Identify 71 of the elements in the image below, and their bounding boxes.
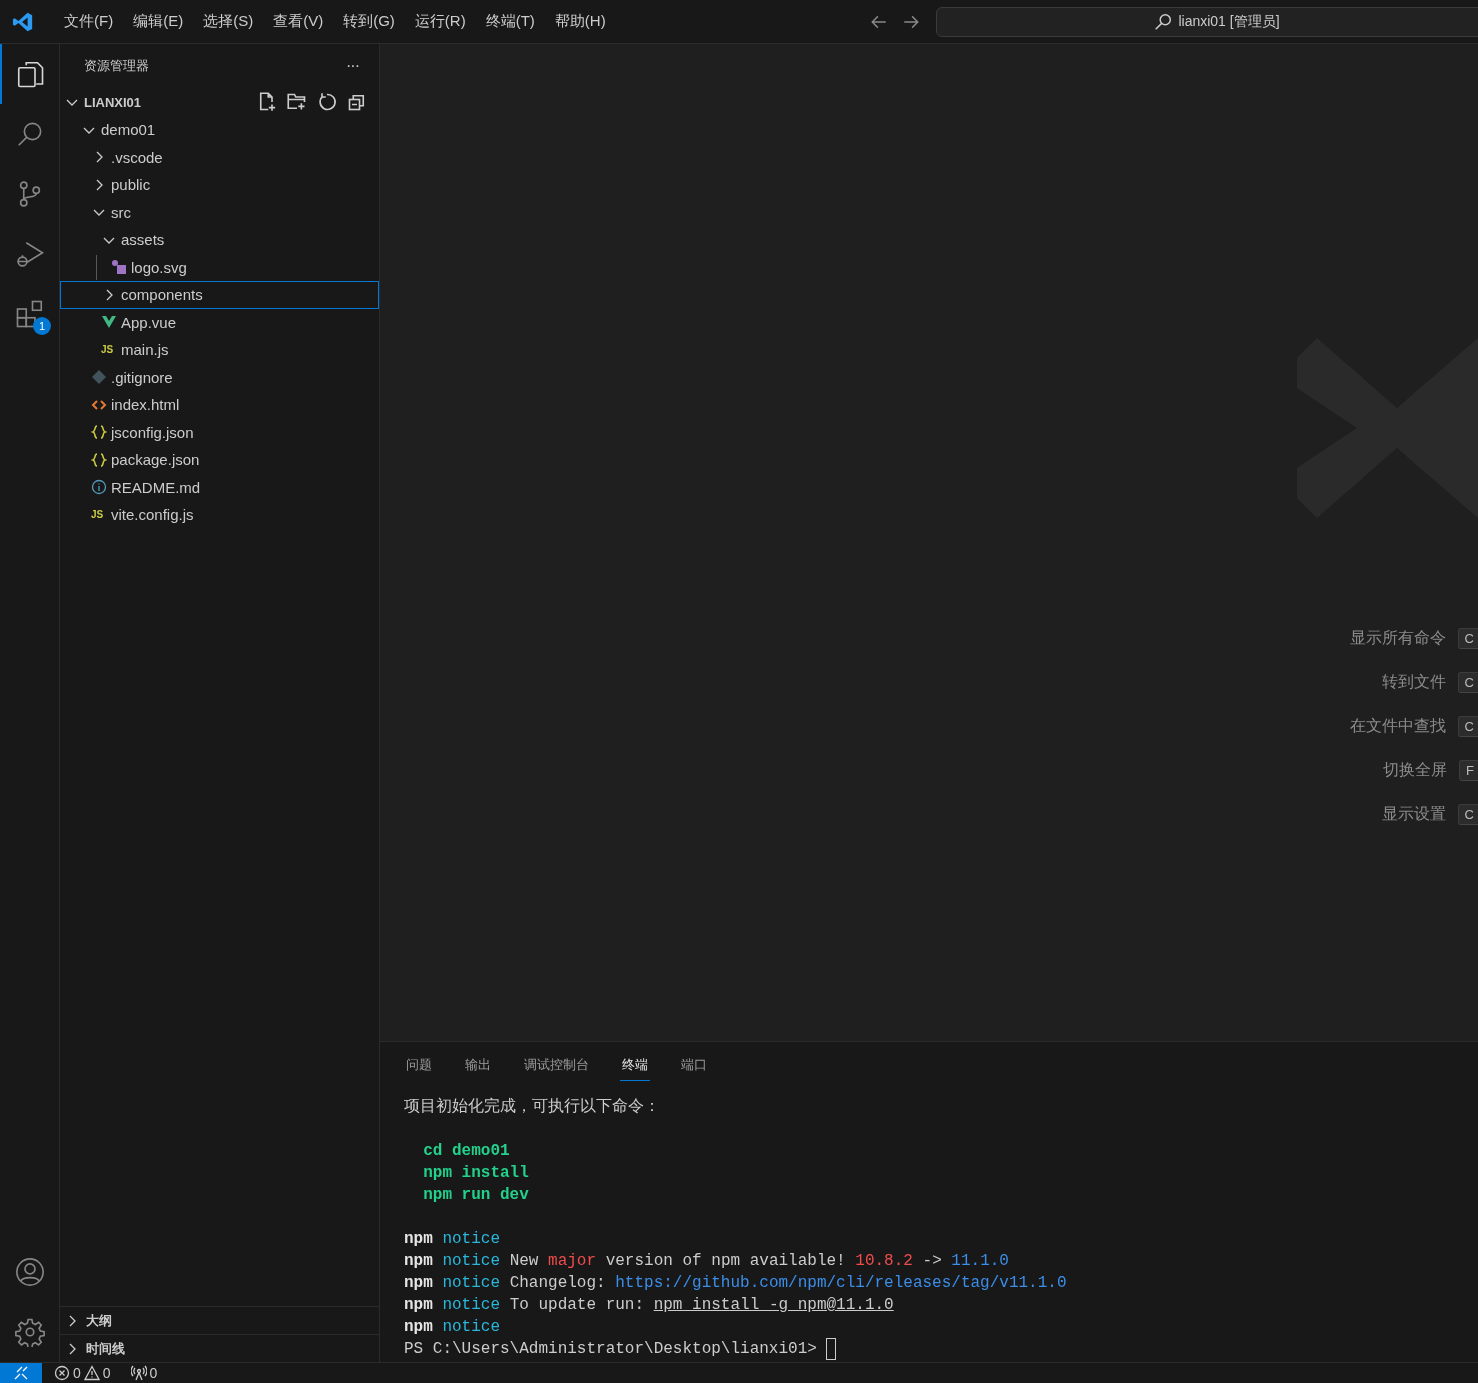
settings-icon <box>14 1317 45 1347</box>
file-item[interactable]: App.vue <box>60 308 379 336</box>
activity-extensions-button[interactable]: 1 <box>0 284 57 344</box>
more-actions-button[interactable]: ··· <box>346 57 359 75</box>
warning-icon <box>83 1365 100 1381</box>
new-file-icon[interactable] <box>257 92 277 112</box>
error-icon <box>54 1365 70 1381</box>
menu-item[interactable]: 编辑(E) <box>123 12 194 31</box>
text-cursor <box>826 1338 837 1360</box>
file-item[interactable]: .gitignore <box>60 363 379 391</box>
panel-tab[interactable]: 终端 <box>620 1054 650 1081</box>
menu-item[interactable]: 帮助(H) <box>544 12 616 31</box>
panel-tab[interactable]: 调试控制台 <box>522 1054 591 1081</box>
keyboard-key: C <box>1457 803 1478 825</box>
folder-header[interactable]: LIANXI01 <box>64 94 142 110</box>
app-logo-icon <box>12 10 34 33</box>
info-file-icon <box>91 479 107 496</box>
command-center[interactable]: lianxi01 [管理员] <box>936 6 1478 37</box>
panel-tab[interactable]: 问题 <box>404 1054 434 1081</box>
keyboard-key: C <box>1457 627 1478 649</box>
file-item[interactable]: jsconfig.json <box>60 418 379 446</box>
folder-item[interactable]: .vscode <box>60 143 379 171</box>
panel-tab[interactable]: 端口 <box>679 1054 709 1081</box>
search-icon <box>1154 12 1173 31</box>
menu-item[interactable]: 查看(V) <box>263 12 334 31</box>
menu-item[interactable]: 运行(R) <box>404 12 476 31</box>
file-item[interactable]: README.md <box>60 473 379 501</box>
folder-item[interactable]: demo01 <box>60 116 379 144</box>
shortcut-label: 转到文件 <box>1381 671 1446 692</box>
json-file-icon <box>91 424 107 441</box>
extensions-icon <box>14 299 45 329</box>
menu-item[interactable]: 终端(T) <box>475 12 545 31</box>
new-folder-icon[interactable] <box>287 92 307 112</box>
remote-button[interactable] <box>0 1363 42 1383</box>
folder-item[interactable]: assets <box>60 226 379 254</box>
file-item[interactable]: package.json <box>60 446 379 474</box>
git-file-icon <box>91 369 107 386</box>
collapse-all-icon[interactable] <box>347 92 367 112</box>
image-file-icon <box>111 259 127 276</box>
shortcut-label: 在文件中查找 <box>1349 715 1446 736</box>
keyboard-key: C <box>1457 671 1478 693</box>
keyboard-key: F <box>1459 759 1478 781</box>
run-debug-icon <box>14 239 45 269</box>
menu-item[interactable]: 文件(F) <box>54 12 124 31</box>
file-item[interactable]: JS vite.config.js <box>60 501 379 529</box>
shortcut-label: 切换全屏 <box>1383 759 1448 780</box>
folder-item[interactable]: src <box>60 198 379 226</box>
shortcut-label: 显示设置 <box>1381 803 1446 824</box>
menu-item[interactable]: 转到(G) <box>333 12 405 31</box>
problems-status[interactable]: 0 0 <box>54 1365 111 1381</box>
ports-status[interactable]: 0 <box>130 1365 158 1381</box>
file-item[interactable]: JS main.js <box>60 336 379 364</box>
shortcut-label: 显示所有命令 <box>1349 627 1446 648</box>
folder-item[interactable]: components <box>60 281 379 309</box>
count-badge: 1 <box>33 317 51 335</box>
refresh-icon[interactable] <box>317 92 337 112</box>
remote-icon <box>13 1365 29 1381</box>
panel-tab[interactable]: 输出 <box>463 1054 493 1081</box>
js-file-icon: JS <box>101 344 117 356</box>
account-icon <box>14 1257 45 1287</box>
file-item[interactable]: index.html <box>60 391 379 419</box>
js-file-icon: JS <box>91 509 107 521</box>
sidebar-title: 资源管理器 <box>84 57 149 75</box>
folder-item[interactable]: public <box>60 171 379 199</box>
keyboard-key: C <box>1457 715 1478 737</box>
broadcast-icon <box>130 1365 147 1381</box>
json-file-icon <box>91 451 107 468</box>
menu-item[interactable]: 选择(S) <box>193 12 264 31</box>
terminal-output: 项目初始化完成，可执行以下命令： cd demo01 npm install npm run dev npm notice npm notice New major version of npm available! 10.8.2 -> 11.1.0 npm notice Changelog: https://github.com/npm/cli/releases/tag/v11.1.0 npm notice To update run: npm install -g npm@11.1.0 npm notice PS C:\Users\Administrator\Desktop\lianxi01> <box>403 1096 1068 1361</box>
section-header[interactable]: 大纲 <box>60 1306 379 1334</box>
file-item[interactable]: logo.svg <box>60 253 379 281</box>
